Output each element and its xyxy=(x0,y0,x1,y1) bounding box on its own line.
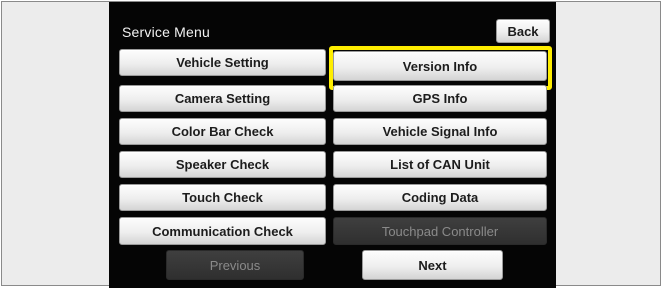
vehicle-signal-info-button[interactable]: Vehicle Signal Info xyxy=(333,118,547,145)
back-button[interactable]: Back xyxy=(496,19,550,43)
communication-check-button[interactable]: Communication Check xyxy=(119,217,326,245)
next-button[interactable]: Next xyxy=(362,250,503,280)
speaker-check-button[interactable]: Speaker Check xyxy=(119,151,326,178)
touchpad-controller-button: Touchpad Controller xyxy=(333,217,547,245)
list-of-can-unit-button[interactable]: List of CAN Unit xyxy=(333,151,547,178)
touch-check-button[interactable]: Touch Check xyxy=(119,184,326,211)
coding-data-button[interactable]: Coding Data xyxy=(333,184,547,211)
page-title: Service Menu xyxy=(122,24,210,40)
gps-info-button[interactable]: GPS Info xyxy=(333,85,547,112)
color-bar-check-button[interactable]: Color Bar Check xyxy=(119,118,326,145)
camera-setting-button[interactable]: Camera Setting xyxy=(119,85,326,112)
vehicle-setting-button[interactable]: Vehicle Setting xyxy=(119,49,326,76)
service-menu-screen: Service Menu Back Vehicle Setting Camera… xyxy=(109,2,556,288)
outer-frame: Service Menu Back Vehicle Setting Camera… xyxy=(1,1,661,288)
previous-button: Previous xyxy=(166,250,304,280)
version-info-button[interactable]: Version Info xyxy=(333,51,547,81)
